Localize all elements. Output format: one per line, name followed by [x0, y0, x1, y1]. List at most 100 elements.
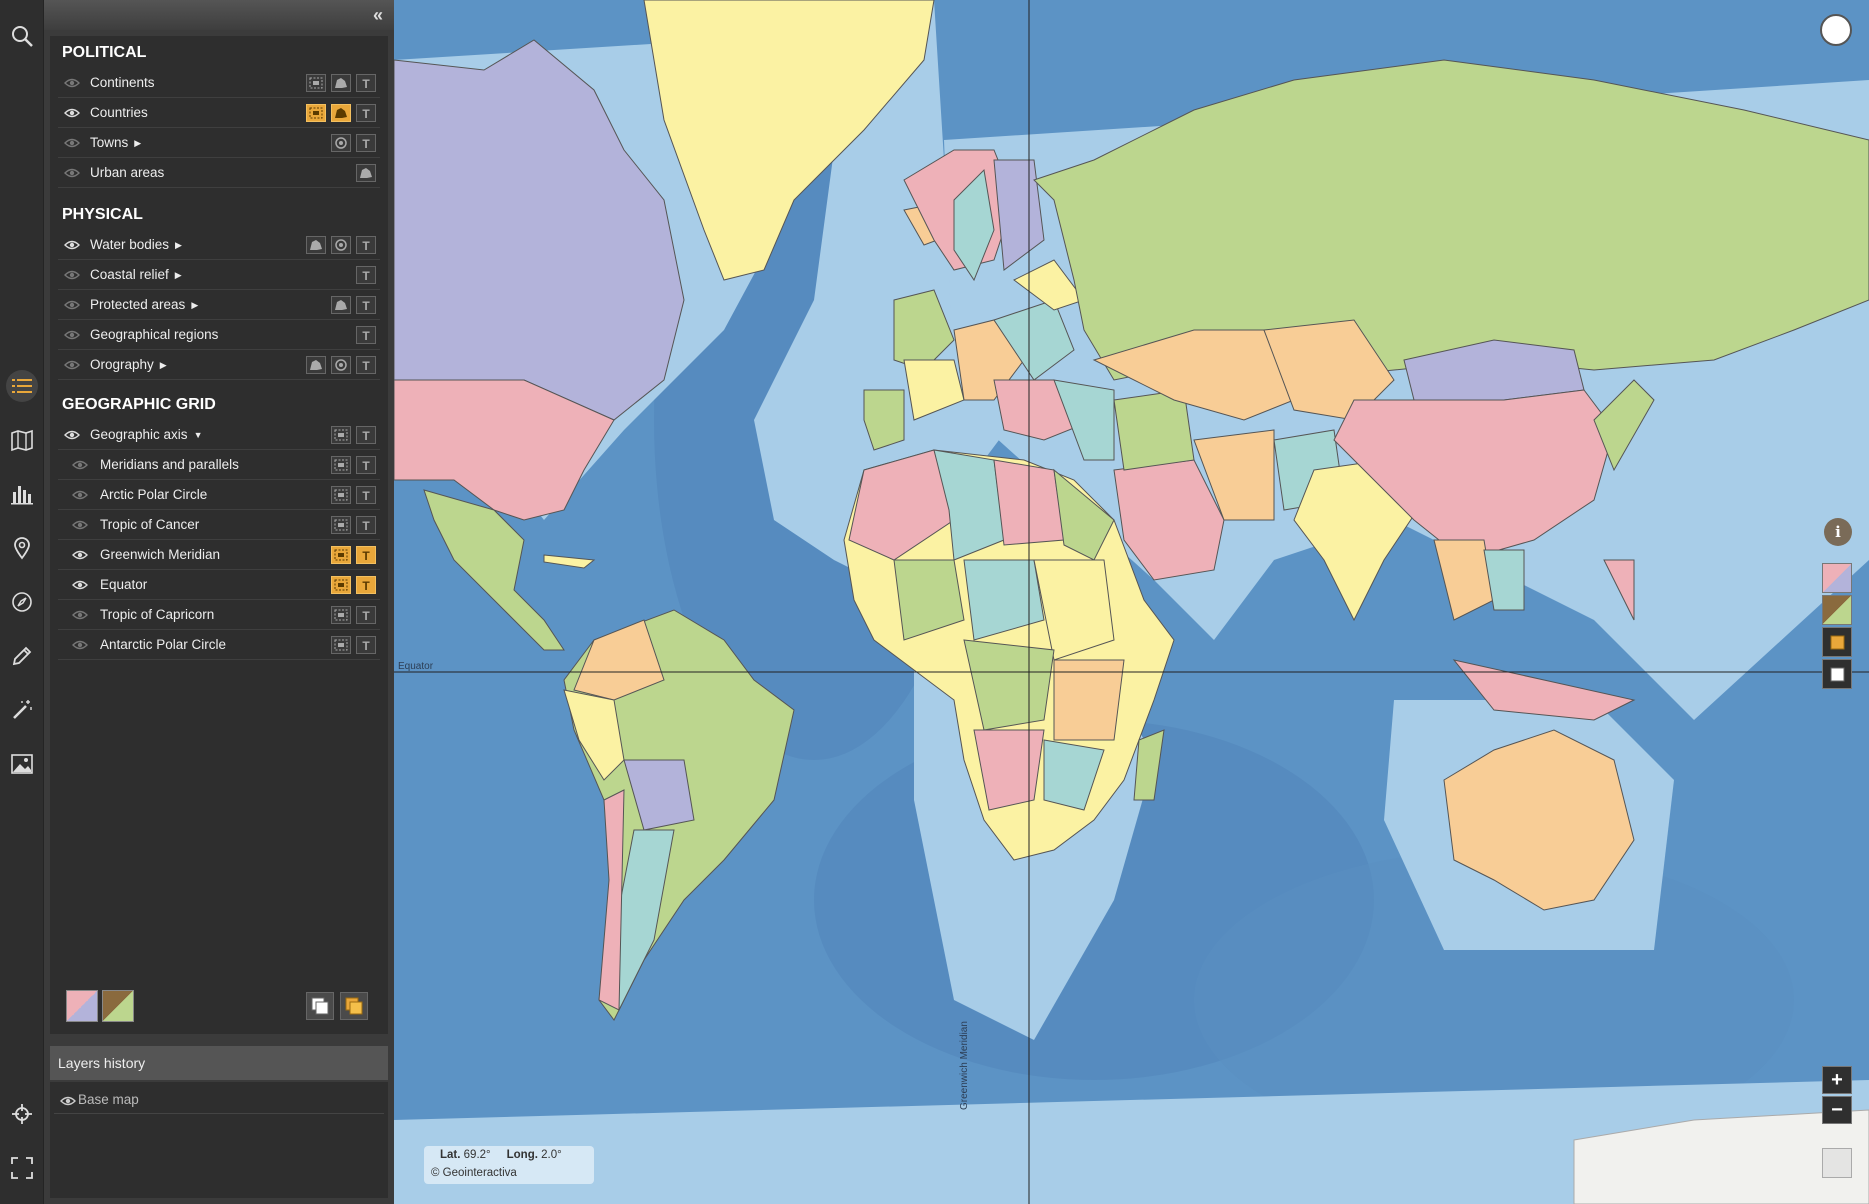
map-view[interactable]: Equator Greenwich Meridian i + − Lat. 69… [394, 0, 1869, 1204]
text-icon[interactable]: T [356, 356, 376, 374]
layer-row[interactable]: Countries T [58, 98, 380, 128]
expand-arrow-icon[interactable]: ▶ [160, 360, 167, 371]
layer-row[interactable]: Greenwich Meridian T [58, 540, 380, 570]
layer-row[interactable]: Continents T [58, 68, 380, 98]
political-palette-swatch[interactable] [66, 990, 98, 1022]
pan-crosshair-icon[interactable] [1822, 1148, 1852, 1178]
eye-icon[interactable] [72, 638, 88, 652]
map-book-icon[interactable] [6, 424, 38, 456]
crosshair-icon[interactable] [6, 1098, 38, 1130]
fill-icon[interactable] [306, 74, 326, 92]
expand-arrow-icon[interactable]: ▶ [175, 270, 182, 281]
fill-icon[interactable] [331, 516, 351, 534]
point-icon[interactable] [331, 236, 351, 254]
image-icon[interactable] [6, 748, 38, 780]
orange-layers-icon[interactable] [340, 992, 368, 1020]
orange-layers-map-icon[interactable] [1822, 627, 1852, 657]
outline-icon[interactable] [331, 104, 351, 122]
layer-row[interactable]: Urban areas [58, 158, 380, 188]
outline-icon[interactable] [331, 74, 351, 92]
eye-icon[interactable] [64, 428, 80, 442]
text-icon[interactable]: T [356, 326, 376, 344]
text-icon[interactable]: T [356, 456, 376, 474]
fill-icon[interactable] [306, 104, 326, 122]
layer-row[interactable]: Tropic of Capricorn T [58, 600, 380, 630]
eye-icon[interactable] [72, 548, 88, 562]
bar-chart-icon[interactable] [6, 478, 38, 510]
physical-basemap-icon[interactable] [1822, 595, 1852, 625]
eye-icon[interactable] [64, 328, 80, 342]
fill-icon[interactable] [331, 546, 351, 564]
layer-row[interactable]: Arctic Polar Circle T [58, 480, 380, 510]
pencil-icon[interactable] [6, 640, 38, 672]
layer-row[interactable]: Protected areas ▶ T [58, 290, 380, 320]
layer-row[interactable]: Coastal relief ▶ T [58, 260, 380, 290]
fill-icon[interactable] [331, 426, 351, 444]
eye-icon[interactable] [64, 238, 80, 252]
outline-icon[interactable] [306, 236, 326, 254]
double-chevron-left-icon[interactable]: « [368, 5, 388, 25]
layer-row[interactable]: Towns ▶ T [58, 128, 380, 158]
layers-list-icon[interactable] [6, 370, 38, 402]
text-icon[interactable]: T [356, 546, 376, 564]
political-basemap-icon[interactable] [1822, 563, 1852, 593]
text-icon[interactable]: T [356, 486, 376, 504]
text-icon[interactable]: T [356, 606, 376, 624]
history-item-base-map[interactable]: Base map [54, 1086, 384, 1114]
layer-row[interactable]: Water bodies ▶ T [58, 230, 380, 260]
layers-history-header[interactable]: Layers history [50, 1046, 388, 1080]
magic-wand-icon[interactable] [6, 694, 38, 726]
eye-icon[interactable] [64, 106, 80, 120]
text-icon[interactable]: T [356, 104, 376, 122]
text-icon[interactable]: T [356, 236, 376, 254]
fill-icon[interactable] [331, 606, 351, 624]
layer-row[interactable]: Orography ▶ T [58, 350, 380, 380]
text-icon[interactable]: T [356, 516, 376, 534]
expand-arrow-icon[interactable]: ▶ [175, 240, 182, 251]
info-icon[interactable]: i [1824, 518, 1852, 546]
fill-icon[interactable] [331, 636, 351, 654]
point-icon[interactable] [331, 134, 351, 152]
fill-icon[interactable] [331, 456, 351, 474]
eye-icon[interactable] [72, 488, 88, 502]
eye-icon[interactable] [72, 608, 88, 622]
layer-row[interactable]: Geographic axis ▼ T [58, 420, 380, 450]
layer-row[interactable]: Meridians and parallels T [58, 450, 380, 480]
text-icon[interactable]: T [356, 636, 376, 654]
eye-icon[interactable] [72, 578, 88, 592]
collapse-arrow-icon[interactable]: ▼ [194, 430, 203, 440]
text-icon[interactable]: T [356, 74, 376, 92]
fill-icon[interactable] [331, 576, 351, 594]
text-icon[interactable]: T [356, 266, 376, 284]
geointeractiva-logo-icon[interactable] [1820, 14, 1852, 46]
eye-icon[interactable] [72, 518, 88, 532]
eye-icon[interactable] [64, 298, 80, 312]
expand-arrow-icon[interactable]: ▶ [191, 300, 198, 311]
search-icon[interactable] [6, 20, 38, 52]
fullscreen-icon[interactable] [6, 1152, 38, 1184]
physical-palette-swatch[interactable] [102, 990, 134, 1022]
eye-icon[interactable] [64, 268, 80, 282]
text-icon[interactable]: T [356, 134, 376, 152]
eye-icon[interactable] [64, 76, 80, 90]
outline-icon[interactable] [306, 356, 326, 374]
layer-row[interactable]: Antarctic Polar Circle T [58, 630, 380, 660]
world-map[interactable] [394, 0, 1869, 1204]
text-icon[interactable]: T [356, 296, 376, 314]
white-layers-icon[interactable] [306, 992, 334, 1020]
eye-icon[interactable] [64, 166, 80, 180]
fill-icon[interactable] [331, 486, 351, 504]
compass-icon[interactable] [6, 586, 38, 618]
text-icon[interactable]: T [356, 576, 376, 594]
location-pin-icon[interactable] [6, 532, 38, 564]
zoom-out-button[interactable]: − [1822, 1096, 1852, 1124]
eye-icon[interactable] [64, 136, 80, 150]
expand-arrow-icon[interactable]: ▶ [134, 138, 141, 149]
outline-icon[interactable] [331, 296, 351, 314]
eye-icon[interactable] [60, 1094, 76, 1108]
layer-row[interactable]: Equator T [58, 570, 380, 600]
eye-icon[interactable] [72, 458, 88, 472]
zoom-in-button[interactable]: + [1822, 1066, 1852, 1094]
white-layers-map-icon[interactable] [1822, 659, 1852, 689]
outline-icon[interactable] [356, 164, 376, 182]
